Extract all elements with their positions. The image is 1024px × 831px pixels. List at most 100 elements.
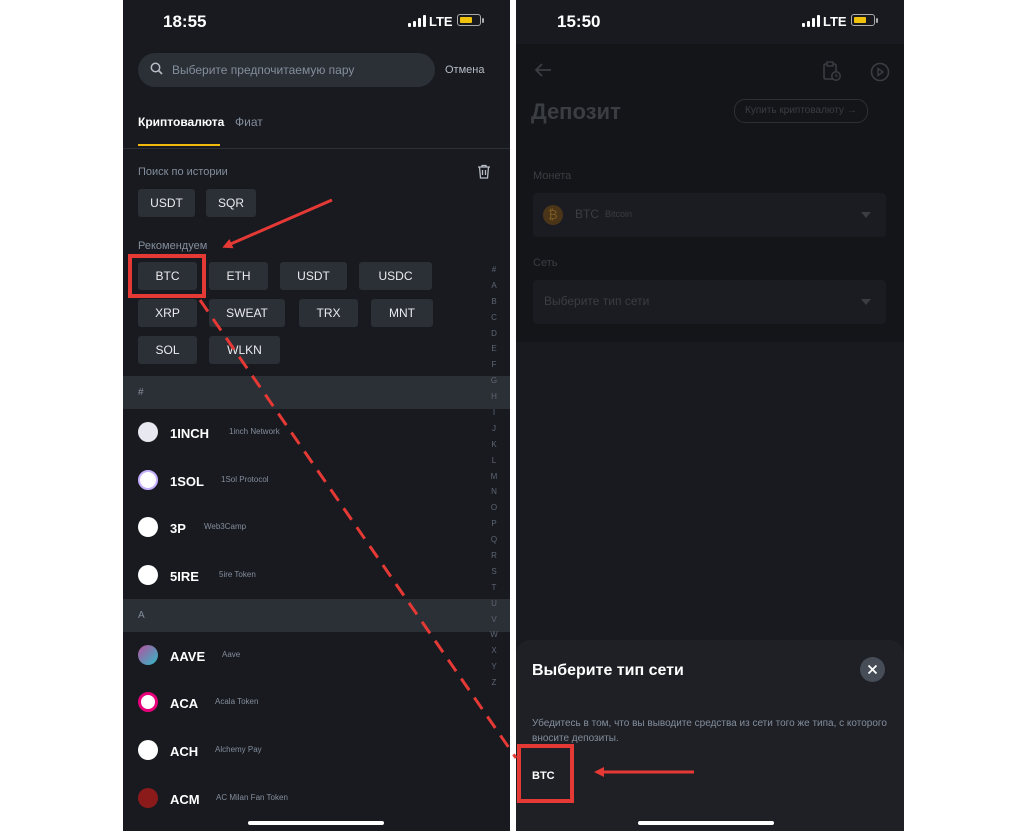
alpha-letter[interactable]: H — [487, 389, 501, 405]
alpha-letter[interactable]: O — [487, 500, 501, 516]
chip-usdt[interactable]: USDT — [280, 262, 347, 290]
home-indicator — [248, 821, 384, 825]
section-header-label: A — [138, 610, 145, 621]
signal-icon — [802, 15, 820, 27]
close-icon — [867, 664, 878, 675]
coin-row[interactable]: 1SOL 1Sol Protocol — [138, 470, 438, 494]
history-label: Поиск по истории — [138, 166, 228, 178]
coin-row[interactable]: 3P Web3Camp — [138, 517, 438, 541]
coin-symbol: AAVE — [170, 649, 206, 664]
alpha-letter[interactable]: T — [487, 580, 501, 596]
arrow-right-icon: → — [846, 105, 857, 116]
coin-row[interactable]: ACA Acala Token — [138, 692, 438, 716]
section-header: # — [123, 376, 510, 409]
history-document-icon[interactable] — [822, 61, 842, 82]
alpha-letter[interactable]: S — [487, 564, 501, 580]
history-chip[interactable]: USDT — [138, 189, 195, 217]
section-header: A — [123, 599, 510, 632]
5ire-icon — [138, 565, 158, 585]
coin-name: 1Sol Protocol — [221, 475, 269, 484]
alpha-letter[interactable]: U — [487, 596, 501, 612]
status-time: 18:55 — [163, 12, 207, 31]
tab-crypto[interactable]: Криптовалюта — [138, 115, 224, 129]
coin-select[interactable]: BTC Bitcoin — [533, 193, 886, 237]
network-type: LTE — [429, 14, 453, 29]
alpha-letter[interactable]: Z — [487, 675, 501, 691]
alpha-letter[interactable]: # — [487, 262, 501, 278]
alpha-letter[interactable]: C — [487, 310, 501, 326]
network-option-btc[interactable]: BTC — [532, 770, 555, 782]
chip-wlkn[interactable]: WLKN — [209, 336, 280, 364]
tab-fiat[interactable]: Фиат — [235, 115, 263, 129]
chip-btc[interactable]: BTC — [138, 262, 197, 290]
alpha-letter[interactable]: A — [487, 278, 501, 294]
chip-sweat[interactable]: SWEAT — [209, 299, 285, 327]
coin-row[interactable]: 5IRE 5ire Token — [138, 565, 438, 589]
cancel-button[interactable]: Отмена — [445, 64, 484, 76]
chip-mnt[interactable]: MNT — [371, 299, 433, 327]
section-header-label: # — [138, 387, 144, 398]
chip-xrp[interactable]: XRP — [138, 299, 197, 327]
alpha-letter[interactable]: G — [487, 373, 501, 389]
right-screen: 15:50 LTE Депозит Купить криптовалюту → … — [516, 0, 904, 831]
divider — [123, 148, 510, 149]
alpha-letter[interactable]: R — [487, 548, 501, 564]
buy-crypto-label: Купить криптовалюту — [745, 105, 844, 116]
1inch-unicorn-icon — [138, 422, 158, 442]
chip-usdc[interactable]: USDC — [359, 262, 432, 290]
3p-icon — [138, 517, 158, 537]
coin-symbol: ACA — [170, 696, 199, 711]
network-label: Сеть — [533, 257, 558, 269]
buy-crypto-button[interactable]: Купить криптовалюту → — [734, 99, 868, 123]
alchemy-icon — [138, 740, 158, 760]
home-indicator — [638, 821, 774, 825]
alpha-letter[interactable]: M — [487, 469, 501, 485]
coin-name: 5ire Token — [219, 570, 256, 579]
coin-name: Acala Token — [215, 697, 259, 706]
alpha-letter[interactable]: W — [487, 627, 501, 643]
alpha-letter[interactable]: L — [487, 453, 501, 469]
alpha-letter[interactable]: J — [487, 421, 501, 437]
alpha-letter[interactable]: N — [487, 484, 501, 500]
alpha-letter[interactable]: D — [487, 326, 501, 342]
chip-eth[interactable]: ETH — [209, 262, 268, 290]
deposit-header — [516, 44, 904, 152]
back-arrow-icon[interactable] — [534, 62, 552, 78]
close-button[interactable] — [860, 657, 885, 682]
network-select[interactable]: Выберите тип сети — [533, 280, 886, 324]
alpha-letter[interactable]: K — [487, 437, 501, 453]
trash-icon[interactable] — [477, 164, 491, 179]
coin-select-value: BTC — [575, 207, 599, 221]
coin-row[interactable]: ACM AC Milan Fan Token — [138, 788, 438, 812]
coin-name: AC Milan Fan Token — [216, 793, 288, 802]
pair-search-input[interactable]: Выберите предпочитаемую пару — [138, 53, 435, 87]
coin-symbol: ACM — [170, 792, 200, 807]
recommended-label: Рекомендуем — [138, 240, 208, 252]
coin-symbol: 3P — [170, 521, 186, 536]
alpha-letter[interactable]: F — [487, 357, 501, 373]
history-chip[interactable]: SQR — [206, 189, 256, 217]
video-play-icon[interactable] — [870, 62, 890, 82]
coin-row[interactable]: AAVE Aave — [138, 645, 438, 669]
alpha-letter[interactable]: Y — [487, 659, 501, 675]
alpha-letter[interactable]: X — [487, 643, 501, 659]
signal-icon — [408, 15, 426, 27]
network-type: LTE — [823, 14, 847, 29]
alpha-letter[interactable]: I — [487, 405, 501, 421]
alpha-letter[interactable]: P — [487, 516, 501, 532]
coin-row[interactable]: ACH Alchemy Pay — [138, 740, 438, 764]
page-title: Депозит — [531, 99, 621, 124]
coin-symbol: 1SOL — [170, 474, 204, 489]
chip-trx[interactable]: TRX — [299, 299, 358, 327]
coin-symbol: 1INCH — [170, 426, 210, 441]
status-time: 15:50 — [557, 12, 601, 31]
alpha-letter[interactable]: E — [487, 341, 501, 357]
alpha-letter[interactable]: V — [487, 612, 501, 628]
alpha-letter[interactable]: Q — [487, 532, 501, 548]
alphabet-index[interactable]: # A B C D E F G H I J K L M N O P Q R S … — [487, 262, 501, 691]
alpha-letter[interactable]: B — [487, 294, 501, 310]
coin-row[interactable]: 1INCH 1inch Network — [138, 422, 438, 446]
chip-sol[interactable]: SOL — [138, 336, 197, 364]
ac-milan-icon — [138, 788, 158, 808]
network-bottom-sheet: Выберите тип сети Убедитесь в том, что в… — [516, 640, 904, 831]
